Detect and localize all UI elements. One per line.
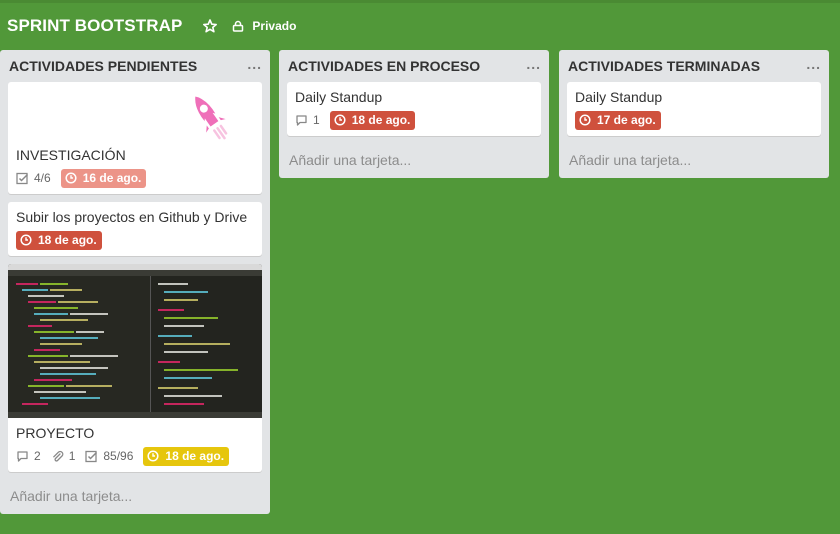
- list-menu-button[interactable]: ...: [806, 57, 821, 71]
- list-en-proceso: ACTIVIDADES EN PROCESO ... Daily Standup…: [279, 50, 549, 178]
- checklist-icon: [16, 172, 29, 184]
- comments-badge: 1: [295, 113, 320, 127]
- top-border: [0, 0, 840, 3]
- card-proyecto[interactable]: PROYECTO 2 1 85/96 18 de ago.: [8, 264, 262, 472]
- clock-icon: [579, 114, 591, 126]
- clock-icon: [65, 172, 77, 184]
- due-date-text: 18 de ago.: [165, 449, 225, 463]
- list-title[interactable]: ACTIVIDADES TERMINADAS: [568, 58, 760, 74]
- add-card-link[interactable]: Añadir una tarjeta...: [279, 144, 549, 178]
- add-card-link[interactable]: Añadir una tarjeta...: [559, 144, 829, 178]
- list-terminadas: ACTIVIDADES TERMINADAS ... Daily Standup…: [559, 50, 829, 178]
- card-title: INVESTIGACIÓN: [16, 147, 126, 163]
- privacy-button[interactable]: Privado: [232, 19, 296, 33]
- board-header: SPRINT BOOTSTRAP Privado: [0, 8, 296, 44]
- clock-icon: [147, 450, 159, 462]
- add-card-link[interactable]: Añadir una tarjeta...: [0, 480, 270, 514]
- list-title[interactable]: ACTIVIDADES PENDIENTES: [9, 58, 197, 74]
- card-daily-standup[interactable]: Daily Standup 17 de ago.: [567, 82, 821, 136]
- paperclip-icon: [52, 450, 64, 462]
- attachments-count: 1: [68, 449, 76, 463]
- due-date-badge: 17 de ago.: [575, 110, 661, 130]
- due-date-badge: 18 de ago.: [16, 230, 102, 250]
- due-date-text: 16 de ago.: [82, 171, 142, 185]
- list-menu-button[interactable]: ...: [247, 57, 262, 71]
- board-title[interactable]: SPRINT BOOTSTRAP: [7, 16, 182, 36]
- checklist-icon: [85, 450, 98, 462]
- clock-icon: [334, 114, 346, 126]
- attachments-badge: 1: [51, 449, 76, 463]
- checklist-count: 4/6: [34, 171, 51, 185]
- list-header: ACTIVIDADES TERMINADAS ...: [559, 50, 829, 82]
- list-menu-button[interactable]: ...: [526, 57, 541, 71]
- due-date-text: 17 de ago.: [597, 113, 656, 127]
- due-date-text: 18 de ago.: [351, 113, 411, 127]
- card-investigacion[interactable]: INVESTIGACIÓN 4/6 16 de ago.: [8, 82, 262, 194]
- due-date-badge: 18 de ago.: [329, 110, 416, 130]
- lock-icon: [233, 20, 244, 32]
- card-subir-proyectos[interactable]: Subir los proyectos en Github y Drive 18…: [8, 202, 262, 256]
- card-title: Subir los proyectos en Github y Drive: [16, 209, 248, 225]
- list-pendientes: ACTIVIDADES PENDIENTES ... INVESTIGACIÓN: [0, 50, 270, 514]
- code-editor-image: [8, 264, 262, 418]
- due-date-badge: 18 de ago.: [143, 446, 230, 466]
- checklist-badge: 4/6: [16, 171, 51, 185]
- privacy-label: Privado: [252, 19, 297, 33]
- checklist-count: 85/96: [103, 449, 134, 463]
- card-cover: [8, 82, 262, 144]
- comments-badge: 2: [16, 449, 41, 463]
- card-title: PROYECTO: [16, 425, 95, 441]
- list-header: ACTIVIDADES PENDIENTES ...: [0, 50, 270, 82]
- code-editor-screenshot: [8, 264, 262, 418]
- clock-icon: [20, 234, 32, 246]
- checklist-badge: 85/96: [85, 449, 133, 463]
- rocket-sticker-icon: [192, 92, 232, 140]
- list-title[interactable]: ACTIVIDADES EN PROCESO: [288, 58, 480, 74]
- list-header: ACTIVIDADES EN PROCESO ...: [279, 50, 549, 82]
- comment-icon: [296, 114, 307, 126]
- due-date-badge: 16 de ago.: [60, 168, 147, 188]
- card-daily-standup[interactable]: Daily Standup 1 18 de ago.: [287, 82, 541, 136]
- star-icon[interactable]: [202, 18, 218, 34]
- card-title: Daily Standup: [575, 89, 663, 105]
- comments-count: 2: [34, 449, 41, 463]
- due-date-text: 18 de ago.: [38, 233, 97, 247]
- card-title: Daily Standup: [295, 89, 383, 105]
- comments-count: 1: [313, 113, 320, 127]
- comment-icon: [17, 450, 28, 462]
